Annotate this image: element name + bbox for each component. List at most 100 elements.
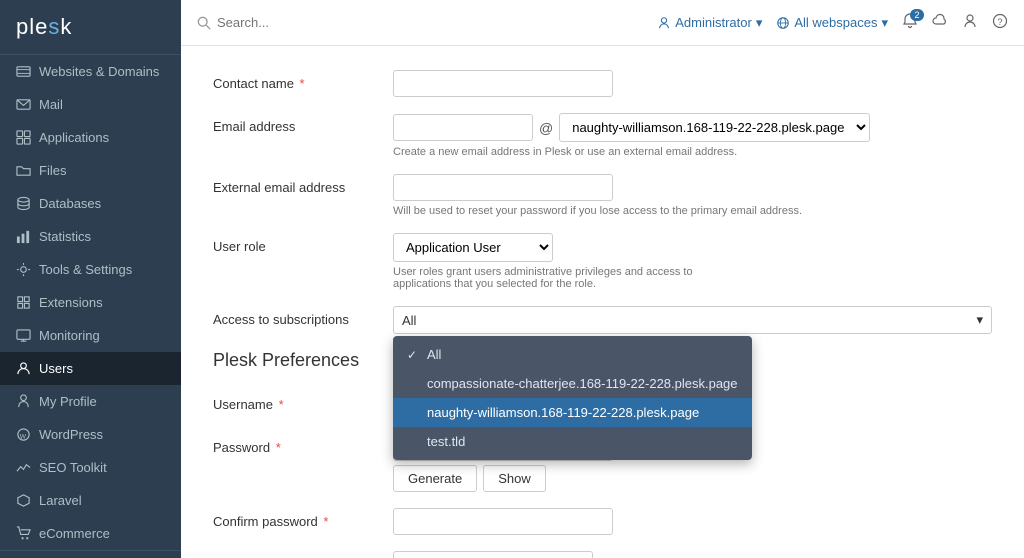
access-subscriptions-label: Access to subscriptions (213, 306, 393, 327)
folder-icon (16, 163, 31, 178)
cloud-button[interactable] (932, 13, 948, 33)
sidebar-label: Databases (39, 196, 101, 211)
sidebar-item-applications[interactable]: Applications (0, 121, 181, 154)
external-email-input[interactable] (393, 174, 613, 201)
mail-icon (16, 97, 31, 112)
email-address-row: Email address @ naughty-williamson.168-1… (213, 113, 992, 158)
show-button[interactable]: Show (483, 465, 546, 492)
plesk-language-row: Plesk language English (United States) (213, 551, 992, 558)
admin-icon (657, 16, 671, 30)
contact-name-row: Contact name * (213, 70, 992, 97)
contact-name-field (393, 70, 992, 97)
plesk-language-field: English (United States) (393, 551, 992, 558)
admin-label: Administrator (675, 15, 752, 30)
sidebar-item-files[interactable]: Files (0, 154, 181, 187)
sidebar-item-users[interactable]: Users (0, 352, 181, 385)
notifications-button[interactable]: 2 (902, 13, 918, 33)
sidebar-nav: Websites & Domains Mail Applications Fil… (0, 55, 181, 550)
sidebar-item-statistics[interactable]: Statistics (0, 220, 181, 253)
sidebar-label: Applications (39, 130, 109, 145)
dropdown-item-test[interactable]: test.tld (393, 427, 752, 456)
sidebar-label: Extensions (39, 295, 103, 310)
email-domain-select[interactable]: naughty-williamson.168-119-22-228.plesk.… (559, 113, 870, 142)
header: Administrator ▾ All webspaces ▾ 2 ? (181, 0, 1024, 46)
user-settings-icon (962, 13, 978, 29)
user-role-select[interactable]: Application User (393, 233, 553, 262)
search-input[interactable] (217, 15, 417, 30)
confirm-password-label: Confirm password * (213, 508, 393, 529)
bar-chart-icon (16, 229, 31, 244)
dropdown-item-all[interactable]: ✓ All (393, 340, 752, 369)
grid-icon (16, 130, 31, 145)
confirm-password-row: Confirm password * (213, 508, 992, 535)
sidebar-label: Laravel (39, 493, 82, 508)
sidebar-item-ecommerce[interactable]: eCommerce (0, 517, 181, 550)
password-label: Password * (213, 434, 393, 455)
sidebar-item-databases[interactable]: Databases (0, 187, 181, 220)
contact-name-label: Contact name * (213, 70, 393, 91)
sidebar-item-my-profile[interactable]: My Profile (0, 385, 181, 418)
user-role-field: Application User User roles grant users … (393, 233, 992, 290)
generate-button[interactable]: Generate (393, 465, 477, 492)
webspaces-button[interactable]: All webspaces ▾ (776, 15, 888, 31)
sidebar-label: Files (39, 163, 66, 178)
header-right: Administrator ▾ All webspaces ▾ 2 ? (657, 13, 1008, 33)
plesk-language-label: Plesk language (213, 551, 393, 558)
sidebar-item-seo-toolkit[interactable]: SEO Toolkit (0, 451, 181, 484)
dropdown-item-compassionate[interactable]: compassionate-chatterjee.168-119-22-228.… (393, 369, 752, 398)
sidebar-item-mail[interactable]: Mail (0, 88, 181, 121)
sidebar-item-websites-domains[interactable]: Websites & Domains (0, 55, 181, 88)
laravel-icon (16, 493, 31, 508)
sidebar-item-wordpress[interactable]: W WordPress (0, 418, 181, 451)
email-at-symbol: @ (539, 120, 553, 136)
dropdown-item-naughty[interactable]: naughty-williamson.168-119-22-228.plesk.… (393, 398, 752, 427)
sidebar-label: WordPress (39, 427, 103, 442)
globe-icon (16, 64, 31, 79)
external-email-field: Will be used to reset your password if y… (393, 174, 992, 217)
external-email-label: External email address (213, 174, 393, 195)
user-role-help: User roles grant users administrative pr… (393, 266, 733, 290)
user-role-label: User role (213, 233, 393, 254)
sidebar: plesk Websites & Domains Mail Applicatio… (0, 0, 181, 558)
sidebar-label: SEO Toolkit (39, 460, 107, 475)
puzzle-icon (16, 295, 31, 310)
sidebar-label: My Profile (39, 394, 97, 409)
email-input[interactable] (393, 114, 533, 141)
cloud-icon (932, 13, 948, 29)
plesk-language-select[interactable]: English (United States) (393, 551, 593, 558)
sidebar-item-laravel[interactable]: Laravel (0, 484, 181, 517)
email-help-text: Create a new email address in Plesk or u… (393, 146, 992, 158)
person-icon (16, 394, 31, 409)
seo-icon (16, 460, 31, 475)
external-email-row: External email address Will be used to r… (213, 174, 992, 217)
webspaces-icon (776, 16, 790, 30)
sidebar-label: Tools & Settings (39, 262, 132, 277)
access-subscriptions-field: All ▾ ✓ All compassionate-chatterjee.168… (393, 306, 992, 334)
wp-icon: W (16, 427, 31, 442)
external-email-help: Will be used to reset your password if y… (393, 205, 992, 217)
content-area: Contact name * Email address @ naughty-w… (181, 46, 1024, 558)
access-dropdown-trigger[interactable]: All ▾ (393, 306, 992, 334)
svg-text:W: W (20, 433, 27, 440)
sidebar-label: Mail (39, 97, 63, 112)
sidebar-item-monitoring[interactable]: Monitoring (0, 319, 181, 352)
user-settings-button[interactable] (962, 13, 978, 33)
webspaces-label: All webspaces (794, 15, 877, 30)
sidebar-item-tools-settings[interactable]: Tools & Settings (0, 253, 181, 286)
contact-name-input[interactable] (393, 70, 613, 97)
user-icon (16, 361, 31, 376)
database-icon (16, 196, 31, 211)
help-button[interactable]: ? (992, 13, 1008, 33)
tools-icon (16, 262, 31, 277)
sidebar-label: Monitoring (39, 328, 100, 343)
sidebar-label: eCommerce (39, 526, 110, 541)
sidebar-label: Users (39, 361, 73, 376)
main-area: Administrator ▾ All webspaces ▾ 2 ? (181, 0, 1024, 558)
help-icon: ? (992, 13, 1008, 29)
confirm-password-input[interactable] (393, 508, 613, 535)
access-subscriptions-row: Access to subscriptions All ▾ ✓ All (213, 306, 992, 334)
username-label: Username * (213, 391, 393, 412)
email-address-label: Email address (213, 113, 393, 134)
admin-button[interactable]: Administrator ▾ (657, 15, 762, 31)
sidebar-item-extensions[interactable]: Extensions (0, 286, 181, 319)
